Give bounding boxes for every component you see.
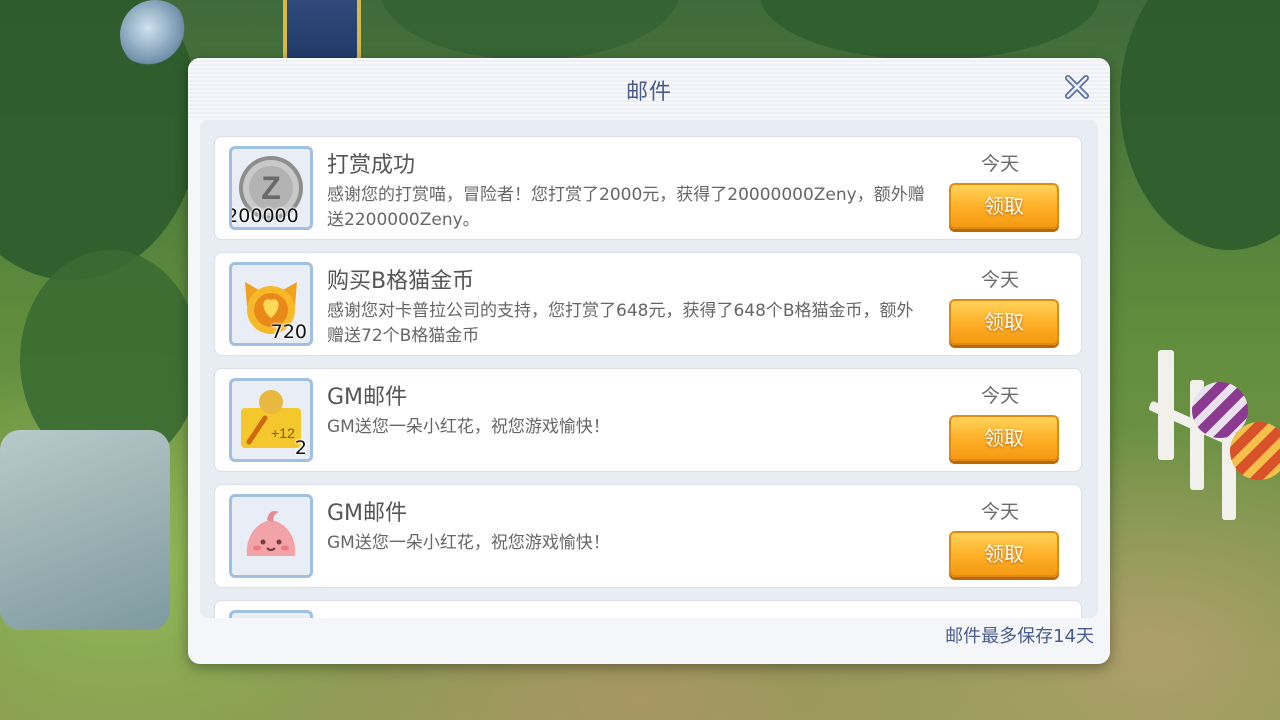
item-slot[interactable]: +12 2 (229, 378, 313, 462)
dialog-header: 邮件 (188, 58, 1110, 118)
item-slot[interactable] (229, 610, 313, 618)
footer-note: 邮件最多保存14天 (945, 626, 1094, 647)
claim-button[interactable]: 领取 (949, 299, 1059, 345)
mail-date: 今天 (981, 269, 1020, 291)
item-quantity: 22200000 (232, 205, 299, 227)
mail-item[interactable]: 720 购买B格猫金币 感谢您对卡普拉公司的支持，您打赏了648元，获得了648… (214, 252, 1082, 356)
mail-title: 购买B格猫金币 (327, 269, 475, 294)
svg-text:Z: Z (261, 170, 281, 206)
claim-button[interactable]: 领取 (949, 183, 1059, 229)
mail-title: GM邮件 (327, 501, 408, 526)
mail-body: 感谢您的打赏喵，冒险者！您打赏了2000元，获得了20000000Zeny，额外… (327, 185, 925, 230)
mail-dialog: 邮件 Z 22200000 打赏成功 感谢您的打赏喵，冒险者！您打赏了2000元… (188, 58, 1110, 664)
mail-date: 今天 (981, 501, 1020, 523)
close-icon (1065, 75, 1089, 99)
mail-item[interactable]: Z 22200000 打赏成功 感谢您的打赏喵，冒险者！您打赏了2000元，获得… (214, 136, 1082, 240)
mail-list[interactable]: Z 22200000 打赏成功 感谢您的打赏喵，冒险者！您打赏了2000元，获得… (200, 120, 1098, 618)
banner (283, 0, 361, 66)
item-slot[interactable] (229, 494, 313, 578)
claim-button[interactable]: 领取 (949, 415, 1059, 461)
item-slot[interactable]: Z 22200000 (229, 146, 313, 230)
mail-date: 今天 (981, 385, 1020, 407)
ticket-label: +12 (271, 425, 295, 441)
mail-date: 今天 (981, 153, 1020, 175)
claim-button[interactable]: 领取 (949, 531, 1059, 577)
pink-poring-hat-icon (246, 511, 296, 556)
close-button[interactable] (1062, 72, 1092, 102)
item-quantity: 720 (270, 321, 307, 343)
mail-body: GM送您一朵小红花，祝您游戏愉快！ (327, 533, 610, 553)
balloon-icon (1230, 422, 1280, 480)
mail-title: 打赏成功 (327, 153, 416, 178)
item-quantity: 2 (294, 437, 307, 459)
mail-title: GM邮件 (327, 385, 408, 410)
mail-item[interactable]: +12 2 GM邮件 GM送您一朵小红花，祝您游戏愉快！ 今天 领取 (214, 368, 1082, 472)
mail-item[interactable] (214, 600, 1082, 618)
item-slot[interactable]: 720 (229, 262, 313, 346)
mail-body: GM送您一朵小红花，祝您游戏愉快！ (327, 417, 610, 437)
dialog-title: 邮件 (625, 80, 672, 105)
tower-icon (120, 0, 190, 70)
mail-body: 感谢您对卡普拉公司的支持，您打赏了648元，获得了648个B格猫金币，额外赠送7… (327, 301, 914, 346)
mail-item[interactable]: GM邮件 GM送您一朵小红花，祝您游戏愉快！ 今天 领取 (214, 484, 1082, 588)
